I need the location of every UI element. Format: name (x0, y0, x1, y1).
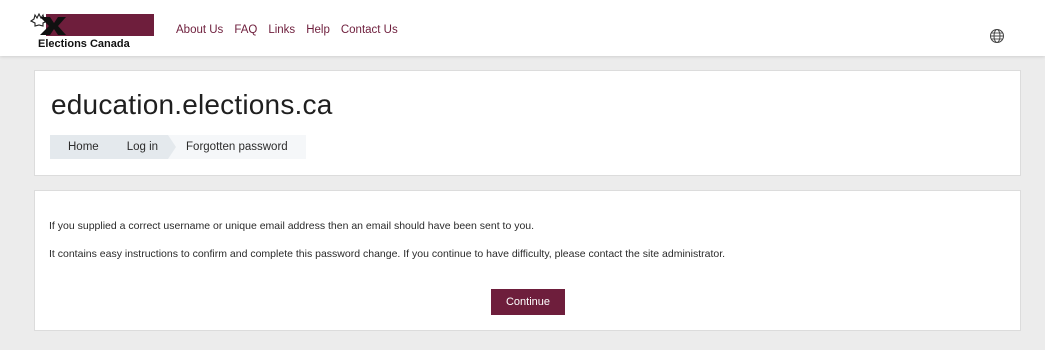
page-header-card: education.elections.ca Home Log in Forgo… (34, 70, 1021, 176)
logo-mark-icon: Elections Canada (29, 12, 154, 50)
elections-canada-logo[interactable]: Elections Canada (28, 11, 156, 50)
confirmation-message: If you supplied a correct username or un… (49, 220, 535, 232)
breadcrumb-login[interactable]: Log in (108, 135, 177, 159)
continue-button[interactable]: Continue (491, 289, 565, 315)
breadcrumb: Home Log in Forgotten password (50, 135, 306, 159)
nav-link-contact-us[interactable]: Contact Us (341, 22, 398, 38)
logo-text: Elections Canada (38, 38, 131, 49)
nav-link-links[interactable]: Links (268, 22, 295, 38)
page-title: education.elections.ca (51, 89, 333, 120)
top-navbar: Elections Canada About Us FAQ Links Help… (0, 0, 1045, 56)
nav-link-help[interactable]: Help (306, 22, 330, 38)
breadcrumb-forgotten-password: Forgotten password (168, 135, 306, 159)
instructions-message: It contains easy instructions to confirm… (49, 248, 726, 260)
nav-link-about-us[interactable]: About Us (176, 22, 223, 38)
breadcrumb-home[interactable]: Home (50, 135, 117, 159)
main-nav: About Us FAQ Links Help Contact Us (176, 22, 409, 38)
globe-icon[interactable] (989, 28, 1005, 44)
main-content-card: If you supplied a correct username or un… (34, 190, 1021, 331)
nav-link-faq[interactable]: FAQ (234, 22, 257, 38)
